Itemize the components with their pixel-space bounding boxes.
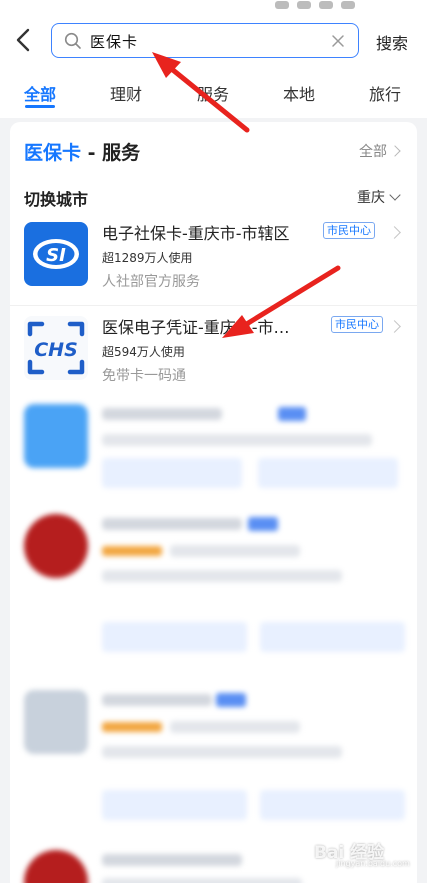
results-card: 医保卡 - 服务 全部 切换城市 重庆 SI 电子社保卡-重庆市-市辖区 市民中… [10, 122, 417, 883]
blurred-badge [278, 407, 306, 421]
search-icon [64, 32, 81, 49]
social-security-logo-icon: SI [24, 222, 88, 286]
tab-travel[interactable]: 旅行 [369, 81, 401, 105]
blurred-line [102, 878, 302, 883]
blurred-line [102, 570, 342, 582]
chs-logo-text: CHS [34, 339, 78, 361]
city-dropdown[interactable]: 重庆 [357, 187, 401, 207]
back-button[interactable] [12, 26, 38, 54]
baidu-jingyan-watermark: Bai 经验 jingyan.baidu.com [300, 830, 420, 872]
blurred-button [260, 622, 405, 652]
blurred-line [170, 721, 300, 733]
blurred-logo [24, 850, 88, 883]
section-title-suffix: - 服务 [81, 142, 141, 164]
result-usage: 超594万人使用 [102, 345, 185, 359]
result-name: 医保电子凭证-重庆市-市… [102, 318, 290, 337]
category-tabs: 全部 理财 服务 本地 旅行 [0, 74, 427, 114]
blurred-line [170, 545, 300, 557]
result-description: 人社部官方服务 [102, 274, 200, 290]
section-title: 医保卡 - 服务 [24, 138, 140, 165]
blurred-results [10, 394, 417, 883]
result-item-medical-insurance-voucher[interactable]: CHS 医保电子凭证-重庆市-市… 市民中心 超594万人使用 免带卡一码通 [10, 310, 417, 400]
blurred-button [258, 458, 398, 488]
blurred-button [102, 622, 247, 652]
top-bar: 医保卡 搜索 全部 理财 服务 本地 旅行 [0, 0, 427, 118]
blurred-line [102, 434, 372, 446]
result-usage: 超1289万人使用 [102, 251, 193, 265]
blurred-logo [24, 690, 88, 754]
blurred-logo [24, 404, 88, 468]
citizen-center-badge: 市民中心 [331, 316, 383, 333]
view-all-label: 全部 [359, 144, 387, 160]
search-input[interactable]: 医保卡 [51, 23, 359, 58]
blurred-line [102, 854, 242, 866]
tab-all[interactable]: 全部 [24, 81, 56, 105]
blurred-button [260, 790, 405, 820]
chs-logo-icon: CHS [24, 316, 88, 380]
city-selected-value: 重庆 [357, 190, 385, 206]
blurred-line [102, 694, 212, 706]
blurred-line [102, 408, 222, 420]
result-item-social-security-card[interactable]: SI 电子社保卡-重庆市-市辖区 市民中心 超1289万人使用 人社部官方服务 [10, 216, 417, 306]
chevron-right-icon [388, 226, 401, 239]
chevron-down-icon [389, 189, 401, 201]
blurred-rating [102, 722, 162, 732]
active-tab-indicator [25, 105, 55, 108]
result-name: 电子社保卡-重庆市-市辖区 [102, 224, 290, 243]
blurred-badge [216, 693, 246, 707]
tab-local[interactable]: 本地 [283, 81, 315, 105]
blurred-line [102, 746, 342, 758]
status-bar-icons [267, 0, 417, 9]
chevron-right-icon [389, 145, 401, 157]
result-description: 免带卡一码通 [102, 368, 186, 384]
search-button[interactable]: 搜索 [376, 30, 408, 54]
back-arrow-icon [16, 28, 30, 52]
switch-city-label: 切换城市 [24, 190, 89, 209]
blurred-button [102, 458, 242, 488]
tab-finance[interactable]: 理财 [110, 81, 142, 105]
blurred-button [102, 790, 247, 820]
blurred-rating [102, 546, 162, 556]
si-logo-text: SI [46, 245, 66, 266]
view-all-link[interactable]: 全部 [359, 141, 401, 161]
watermark-url: jingyan.baidu.com [336, 859, 410, 868]
search-query-text: 医保卡 [90, 33, 139, 51]
clear-icon[interactable] [330, 33, 346, 49]
chevron-right-icon [388, 320, 401, 333]
citizen-center-badge: 市民中心 [323, 222, 375, 239]
blurred-badge [248, 517, 278, 531]
tab-services[interactable]: 服务 [197, 81, 229, 105]
blurred-line [102, 518, 242, 530]
blurred-logo [24, 514, 88, 578]
section-title-keyword: 医保卡 [24, 142, 82, 164]
